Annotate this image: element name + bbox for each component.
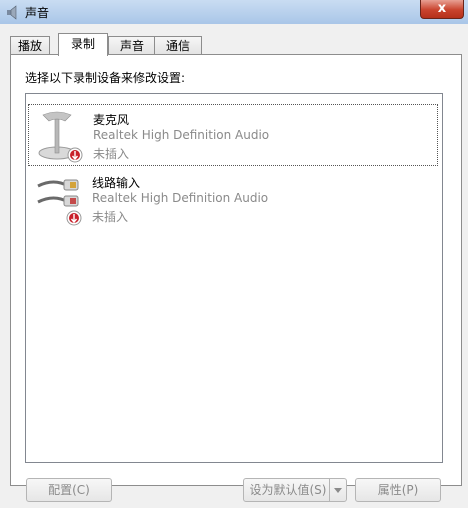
device-status: 未插入	[92, 210, 129, 224]
set-default-label: 设为默认值(S)	[249, 483, 327, 497]
configure-button[interactable]: 配置(C)	[26, 478, 112, 502]
device-item-line-in[interactable]: 线路输入 Realtek High Definition Audio 未插入	[28, 168, 436, 228]
tab-communications[interactable]: 通信	[154, 36, 202, 55]
device-list[interactable]: 麦克风 Realtek High Definition Audio 未插入 线路…	[25, 93, 443, 463]
tab-playback[interactable]: 播放	[10, 36, 50, 55]
device-driver: Realtek High Definition Audio	[93, 128, 270, 142]
device-name: 麦克风	[93, 113, 130, 127]
device-name: 线路输入	[92, 176, 141, 190]
chevron-down-icon[interactable]	[329, 479, 346, 501]
device-driver: Realtek High Definition Audio	[92, 191, 269, 205]
recording-panel: 选择以下录制设备来修改设置: 麦克风 Realtek High Definiti…	[10, 54, 462, 486]
properties-button[interactable]: 属性(P)	[355, 478, 441, 502]
device-status: 未插入	[93, 147, 130, 161]
close-icon: x	[437, 1, 447, 16]
window-title: 声音	[25, 6, 50, 20]
close-button[interactable]: x	[420, 0, 464, 19]
line-in-cable-icon	[37, 179, 82, 226]
speaker-icon	[7, 5, 17, 20]
instruction-text: 选择以下录制设备来修改设置:	[25, 71, 186, 85]
microphone-icon	[38, 111, 83, 163]
set-default-button[interactable]: 设为默认值(S)	[243, 478, 347, 502]
title-bar[interactable]: 声音 x	[0, 0, 468, 24]
tab-recording[interactable]: 录制	[58, 33, 108, 56]
device-item-microphone[interactable]: 麦克风 Realtek High Definition Audio 未插入	[28, 104, 438, 166]
tab-sounds[interactable]: 声音	[108, 36, 156, 55]
